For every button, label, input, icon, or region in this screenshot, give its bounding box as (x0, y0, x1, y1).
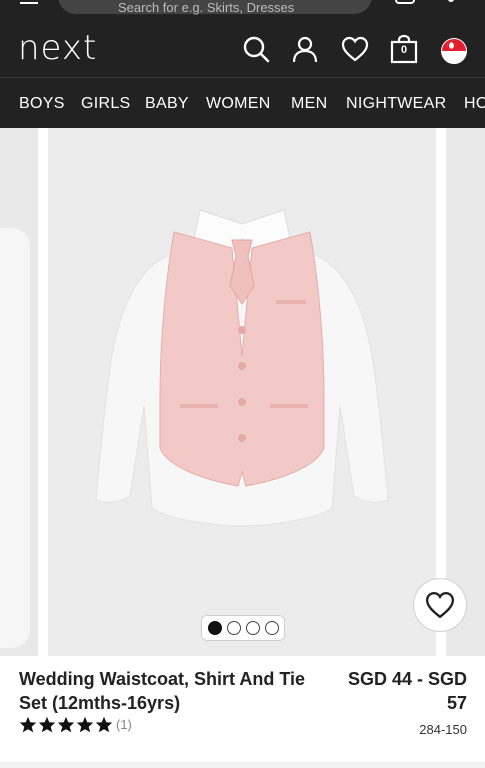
star-icon (19, 716, 37, 733)
star-icon (76, 716, 94, 733)
price-range-end: 57 (446, 693, 467, 713)
next-product-image[interactable] (446, 128, 485, 656)
product-image[interactable] (48, 128, 436, 656)
nav-item-women[interactable]: WOMEN (206, 78, 271, 128)
account-icon-partial[interactable] (395, 0, 415, 4)
account-icon[interactable] (290, 34, 320, 64)
shopping-bag-icon[interactable]: 0 (389, 34, 419, 64)
status-strip: Search for e.g. Skirts, Dresses (0, 0, 485, 18)
nav-item-boys[interactable]: BOYS (19, 78, 65, 128)
menu-icon[interactable] (20, 0, 38, 4)
carousel-dot-1[interactable] (207, 621, 222, 635)
item-code: 284-150 (419, 722, 467, 737)
singapore-flag-icon[interactable] (441, 38, 467, 64)
nav-item-girls[interactable]: GIRLS (81, 78, 131, 128)
search-placeholder: Search for e.g. Skirts, Dresses (118, 0, 295, 15)
nav-item-nightwear[interactable]: NIGHTWEAR (346, 78, 446, 128)
next-logo[interactable]: next (18, 28, 97, 68)
divider (0, 762, 485, 768)
category-nav: BOYS GIRLS BABY WOMEN MEN NIGHTWEAR HOME (0, 77, 485, 128)
rating[interactable]: (1) (19, 716, 132, 733)
site-header: next 0 (0, 18, 485, 77)
nav-item-men[interactable]: MEN (291, 78, 327, 128)
nav-item-home[interactable]: HOME (464, 78, 485, 128)
carousel-pagination (201, 615, 285, 641)
favourites-heart-icon[interactable] (340, 34, 370, 64)
search-input[interactable]: Search for e.g. Skirts, Dresses (58, 0, 372, 15)
previous-product-image[interactable] (0, 128, 38, 656)
star-icon (57, 716, 75, 733)
search-icon[interactable] (241, 34, 271, 64)
nav-item-baby[interactable]: BABY (145, 78, 189, 128)
product-info: Wedding Waistcoat, Shirt And Tie Set (12… (0, 656, 485, 768)
bag-count: 0 (400, 44, 408, 56)
product-title[interactable]: Wedding Waistcoat, Shirt And Tie Set (12… (19, 667, 324, 715)
review-count[interactable]: (1) (116, 717, 132, 732)
heart-icon (425, 592, 455, 619)
product-image-carousel[interactable] (0, 128, 485, 656)
star-icon (95, 716, 113, 733)
carousel-dot-3[interactable] (245, 621, 260, 635)
add-to-favourites-button[interactable] (413, 578, 467, 632)
product-price: SGD 44 - SGD 57 (330, 667, 467, 715)
carousel-dot-2[interactable] (226, 621, 241, 635)
star-icon (38, 716, 56, 733)
carousel-dot-4[interactable] (264, 621, 279, 635)
more-icon-partial[interactable] (448, 0, 454, 2)
price-range-start: SGD 44 - SGD (347, 669, 467, 689)
